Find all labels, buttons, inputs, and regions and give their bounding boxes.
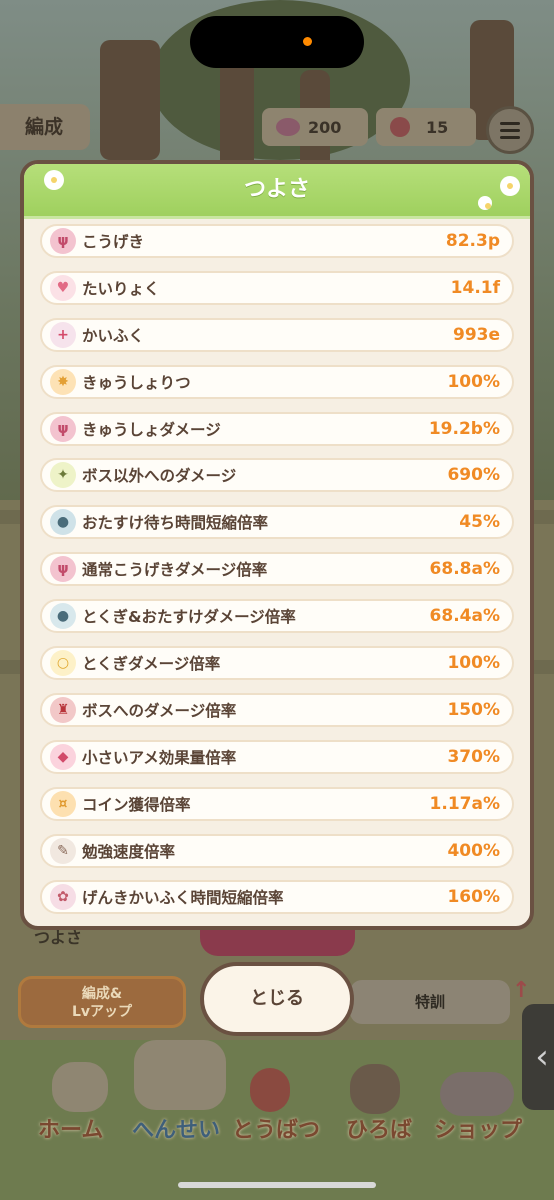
stat-value: 68.8a% — [429, 559, 500, 580]
stat-value: 19.2b% — [428, 418, 500, 439]
fork-icon — [250, 1068, 290, 1112]
stat-value: 68.4a% — [429, 606, 500, 627]
house-icon — [52, 1062, 108, 1112]
stat-row: ○ とくぎダメージ倍率 100% — [40, 646, 514, 681]
stat-label: げんきかいふく時間短縮倍率 — [82, 889, 284, 908]
non-boss-icon: ✦ — [50, 462, 76, 489]
stat-value: 100% — [447, 371, 500, 392]
normal-attack-icon: ψ — [50, 556, 76, 583]
formation-tab[interactable]: 編成 — [0, 104, 90, 150]
stat-label: 小さいアメ効果量倍率 — [82, 748, 237, 767]
study-icon: ✎ — [50, 837, 76, 864]
stat-value: 14.1f — [450, 277, 500, 298]
menu-button[interactable] — [486, 106, 534, 154]
flower-icon — [480, 198, 491, 209]
stat-row: ψ 通常こうげきダメージ倍率 68.8a% — [40, 552, 514, 587]
stat-value: 690% — [447, 465, 500, 486]
candy-count: 200 — [308, 117, 342, 137]
stat-row: ♥ たいりょく 14.1f — [40, 270, 514, 305]
stat-value: 1.17a% — [429, 793, 500, 814]
crit-rate-icon: ✸ — [50, 368, 76, 395]
stat-row: ¤ コイン獲得倍率 1.17a% — [40, 786, 514, 821]
stat-label: おたすけ待ち時間短縮倍率 — [82, 514, 269, 533]
flower-icon — [46, 172, 62, 188]
stat-row: ● とくぎ&おたすけダメージ倍率 68.4a% — [40, 599, 514, 634]
stat-label: きゅうしょダメージ — [82, 420, 221, 439]
pink-panel — [200, 930, 355, 956]
stat-value: 400% — [447, 840, 500, 861]
lollipop-count: 15 — [426, 117, 449, 137]
nav-toubatsu[interactable]: とうばつ — [232, 1112, 320, 1144]
stat-row: ● おたすけ待ち時間短縮倍率 45% — [40, 505, 514, 540]
stat-label: たいりょく — [82, 279, 160, 298]
stat-label: 通常こうげきダメージ倍率 — [82, 561, 268, 580]
stat-list: ψ こうげき 82.3p ♥ たいりょく 14.1f + かいふく 993e ✸ きゅうしょりつ 10… — [40, 224, 514, 926]
stat-value: 82.3p — [445, 231, 500, 251]
camera-island — [190, 16, 364, 68]
stat-row: ✿ げんきかいふく時間短縮倍率 160% — [40, 880, 514, 915]
small-candy-icon: ◆ — [50, 743, 76, 770]
stat-row: ψ こうげき 82.3p — [40, 224, 514, 258]
coin-icon: ¤ — [50, 790, 76, 817]
attack-icon: ψ — [50, 228, 76, 254]
stat-value: 100% — [447, 653, 500, 674]
close-button[interactable]: とじる — [200, 962, 354, 1036]
stat-value: 370% — [447, 746, 500, 767]
stat-label: とくぎダメージ倍率 — [82, 655, 221, 674]
side-drawer-handle[interactable]: ‹ — [522, 1004, 554, 1110]
stat-label: ボス以外へのダメージ — [82, 467, 237, 486]
stat-row: ✎ 勉強速度倍率 400% — [40, 833, 514, 868]
flower-icon — [502, 178, 518, 194]
stat-value: 160% — [447, 887, 500, 908]
stat-row: ✸ きゅうしょりつ 100% — [40, 364, 514, 399]
tree-trunk — [100, 40, 160, 160]
stat-row: + かいふく 993e — [40, 317, 514, 352]
stat-value: 45% — [459, 512, 500, 533]
heal-icon: + — [50, 321, 76, 348]
stat-label: 勉強速度倍率 — [82, 842, 176, 861]
stat-label: かいふく — [82, 326, 145, 345]
stat-value: 993e — [452, 324, 500, 345]
stat-value: 150% — [447, 699, 500, 720]
nav-hiroba[interactable]: ひろば — [346, 1112, 412, 1144]
stat-label: とくぎ&おたすけダメージ倍率 — [82, 608, 296, 627]
stats-modal: つよさ ψ こうげき 82.3p ♥ たいりょく 14.1f + かいふく 993e ✸ きゅうしょ… — [20, 160, 534, 930]
formation-lvup-label: 編成& Lvアップ — [71, 986, 133, 1020]
stat-label: こうげき — [82, 233, 145, 251]
stat-row: ψ きゅうしょダメージ 19.2b% — [40, 411, 514, 446]
helper-wait-icon: ● — [50, 509, 76, 536]
lollipop-icon — [390, 117, 410, 137]
formation-lvup-tab[interactable]: 編成& Lvアップ — [18, 976, 186, 1028]
heart-icon: ♥ — [50, 274, 76, 301]
boss-icon: ♜ — [50, 696, 76, 723]
stat-label: コイン獲得倍率 — [82, 795, 191, 814]
shop-icon — [440, 1072, 514, 1116]
up-arrow-icon: ↑ — [512, 978, 531, 1003]
nav-home[interactable]: ホーム — [38, 1112, 103, 1144]
training-tab[interactable]: 特訓 — [350, 980, 510, 1024]
modal-title: つよさ — [243, 177, 310, 202]
tree-trunk — [220, 60, 254, 170]
candy-icon — [276, 118, 300, 136]
indicator-dot — [303, 37, 312, 46]
menu-icon — [500, 121, 520, 125]
home-indicator — [178, 1182, 376, 1188]
skill-icon: ○ — [50, 650, 76, 677]
skill-helper-icon: ● — [50, 603, 76, 630]
nav-shop[interactable]: ショップ — [434, 1112, 522, 1144]
stat-label: ボスへのダメージ倍率 — [82, 701, 237, 720]
signpost-icon — [350, 1064, 400, 1114]
characters-icon — [134, 1040, 226, 1110]
stat-row: ◆ 小さいアメ効果量倍率 370% — [40, 739, 514, 774]
modal-header: つよさ — [24, 164, 530, 219]
candy-counter: 200 — [262, 108, 368, 146]
stat-row: ✦ ボス以外へのダメージ 690% — [40, 458, 514, 493]
lollipop-counter: 15 — [376, 108, 476, 146]
stat-label: きゅうしょりつ — [82, 373, 191, 392]
stamina-icon: ✿ — [50, 884, 76, 911]
stat-row: ♜ ボスへのダメージ倍率 150% — [40, 692, 514, 727]
crit-damage-icon: ψ — [50, 415, 76, 442]
nav-hensei[interactable]: へんせい — [132, 1112, 220, 1144]
